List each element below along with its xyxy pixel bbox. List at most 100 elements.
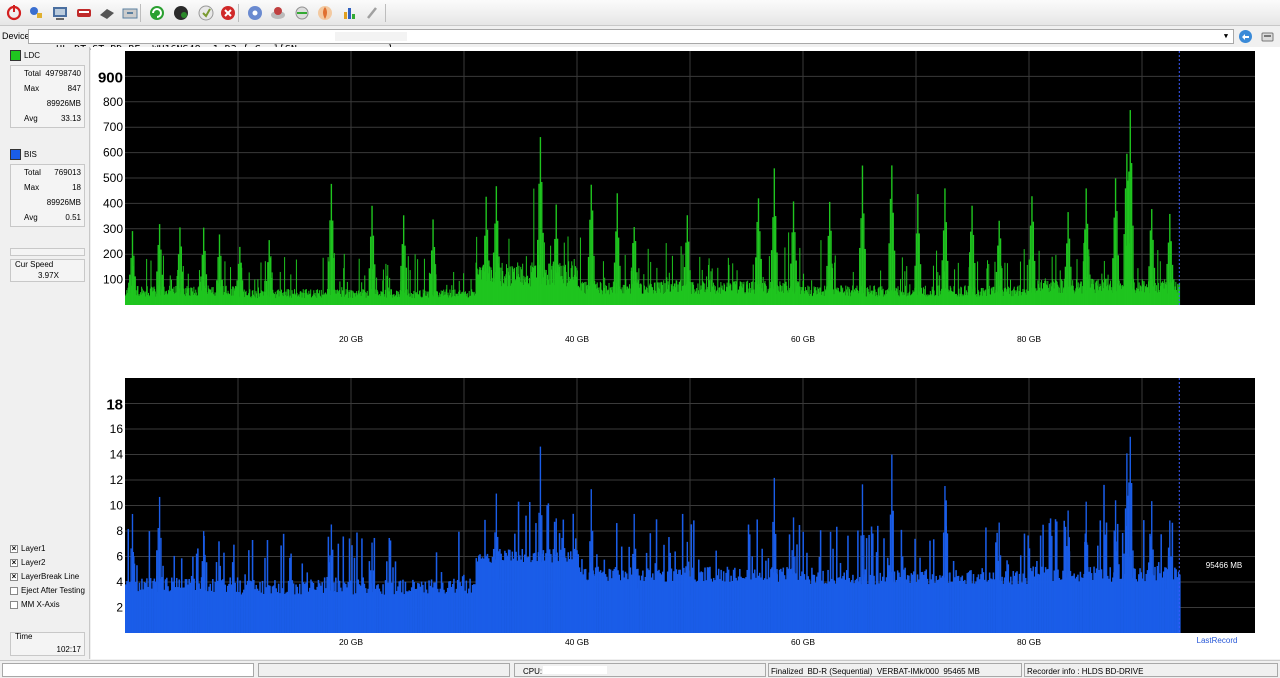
bis-avg-label: Avg [24, 213, 38, 222]
data-peak [1084, 541, 1086, 633]
data-peak [432, 219, 434, 305]
data-peak [689, 270, 691, 305]
drive-icon[interactable] [97, 3, 117, 23]
data-peak [1084, 229, 1086, 305]
data-peak [999, 238, 1002, 305]
option-mm-x-axis[interactable]: MM X-Axis [10, 600, 60, 609]
data-peak [1152, 239, 1154, 305]
data-peak [893, 571, 896, 633]
ldc-total-value: 49798740 [45, 69, 81, 78]
settings-disc-icon[interactable] [196, 3, 216, 23]
x-tick-label: 80 GB [1017, 334, 1041, 344]
y-tick-label: 900 [98, 69, 123, 86]
option-checkbox[interactable]: × [10, 572, 18, 581]
data-peak [160, 537, 162, 633]
burn-icon[interactable] [268, 3, 288, 23]
data-peak [999, 555, 1002, 633]
power-icon[interactable] [4, 3, 24, 23]
ldc-avg-label: Avg [24, 114, 38, 123]
data-peak [1117, 576, 1119, 633]
data-peak [369, 570, 372, 633]
disc-icon[interactable] [245, 3, 265, 23]
data-peak [1070, 584, 1072, 633]
chart-icon[interactable] [340, 3, 360, 23]
chevron-down-icon[interactable]: ▼ [1221, 30, 1231, 43]
data-peak [773, 477, 776, 633]
bis-legend[interactable]: BIS [10, 149, 37, 160]
option-eject-after-testing[interactable]: Eject After Testing [10, 586, 85, 595]
y-tick-label: 100 [103, 273, 123, 287]
y-tick-label: 600 [103, 146, 123, 160]
data-peak [482, 264, 485, 305]
data-peak [130, 257, 132, 305]
data-peak [861, 484, 864, 633]
data-peak [630, 585, 633, 633]
data-peak [864, 577, 866, 633]
flame-icon[interactable] [315, 3, 335, 23]
data-peak [554, 557, 556, 633]
y-tick-label: 8 [116, 524, 123, 538]
data-peak [1113, 530, 1115, 633]
option-layer1[interactable]: × Layer1 [10, 544, 45, 553]
stop-icon[interactable] [218, 3, 238, 23]
data-peak [536, 564, 539, 633]
device-select[interactable]: HL-DT-ST BD-RE WH16NS48 1.D3 [ G: ][SN: … [28, 29, 1234, 55]
data-peak [404, 245, 406, 305]
data-peak [179, 227, 181, 305]
monitor-icon[interactable] [50, 3, 70, 23]
x-tick-label: 60 GB [791, 334, 815, 344]
data-peak [1086, 223, 1089, 305]
data-peak [1028, 259, 1030, 305]
export-icon[interactable] [120, 3, 140, 23]
device-info-icon[interactable] [1260, 29, 1275, 44]
data-peak [590, 184, 592, 305]
data-peak [945, 222, 948, 305]
data-peak [374, 264, 376, 305]
data-peak [129, 582, 131, 633]
data-peak [429, 273, 432, 305]
data-peak [1068, 551, 1071, 633]
data-peak [1167, 557, 1170, 633]
y-tick-label: 400 [103, 196, 123, 210]
option-layerbreak-line[interactable]: × LayerBreak Line [10, 572, 79, 581]
data-peak [236, 280, 238, 305]
data-peak [774, 533, 777, 633]
data-peak [757, 198, 760, 305]
toolbar-separator [385, 4, 386, 22]
data-peak [1114, 178, 1117, 305]
data-peak [160, 249, 162, 305]
data-peak [942, 230, 945, 305]
data-peak [539, 137, 542, 305]
data-peak [892, 212, 894, 305]
data-peak [237, 263, 240, 305]
data-peak [1123, 553, 1125, 633]
data-peak [1129, 110, 1131, 305]
option-checkbox[interactable] [10, 600, 18, 609]
option-checkbox[interactable] [10, 586, 18, 595]
data-peak [889, 198, 892, 305]
globe-icon[interactable] [171, 3, 191, 23]
data-peak [683, 597, 686, 633]
tools-icon[interactable] [362, 3, 382, 23]
refresh-device-icon[interactable] [1238, 29, 1253, 44]
data-peak [756, 221, 758, 305]
y-tick-label: 6 [116, 550, 123, 564]
scan-icon[interactable] [292, 3, 312, 23]
ldc-legend[interactable]: LDC [10, 50, 40, 61]
data-peak [1082, 261, 1085, 305]
pin-icon[interactable] [26, 3, 46, 23]
option-layer2[interactable]: × Layer2 [10, 558, 45, 567]
data-peak [333, 257, 335, 305]
data-peak [946, 572, 949, 633]
erase-disc-icon[interactable] [74, 3, 94, 23]
bis-label: BIS [24, 150, 37, 159]
refresh-icon[interactable] [147, 3, 167, 23]
data-peak [919, 264, 922, 305]
option-checkbox[interactable]: × [10, 544, 18, 553]
data-peak [1031, 196, 1033, 305]
time-value: 102:17 [56, 645, 81, 654]
data-peak [552, 589, 555, 633]
data-peak [795, 583, 797, 633]
cur-speed-label: Cur Speed [15, 260, 54, 269]
option-checkbox[interactable]: × [10, 558, 18, 567]
